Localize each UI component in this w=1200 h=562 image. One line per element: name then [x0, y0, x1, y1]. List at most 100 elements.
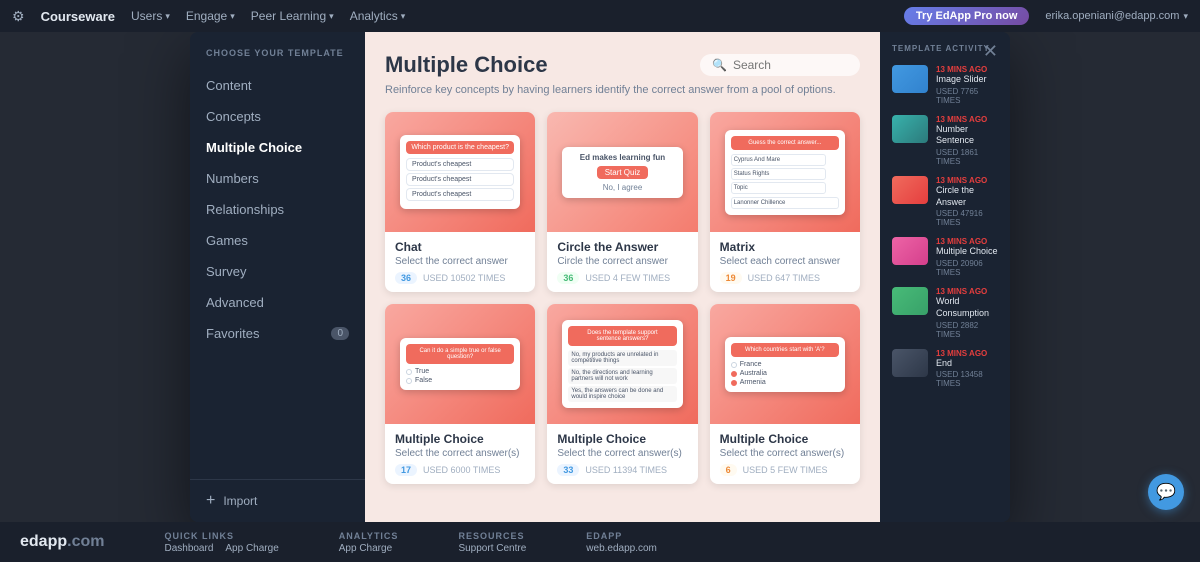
template-card-mc2[interactable]: Does the template support sentence answe… [547, 304, 697, 484]
footer-link-dashboard[interactable]: Dashboard [164, 543, 213, 554]
preview-question: Which product is the cheapest? [406, 141, 514, 154]
modal-close-button[interactable]: ✕ [983, 42, 998, 60]
modal-overlay: CHOOSE YOUR TEMPLATE Content Concepts Mu… [0, 32, 1200, 522]
sidebar-item-relationships[interactable]: Relationships [190, 194, 365, 225]
stat-text: USED 6000 TIMES [423, 465, 500, 475]
template-card-circle-answer[interactable]: Ed makes learning fun Start Quiz No, I a… [547, 112, 697, 292]
activity-name: World Consumption [936, 296, 998, 319]
card-stats: 36 USED 4 FEW TIMES [557, 272, 687, 284]
sidebar-item-survey[interactable]: Survey [190, 256, 365, 287]
chevron-down-icon: ▾ [1183, 11, 1188, 22]
footer-link-analytics[interactable]: App Charge [339, 543, 392, 554]
activity-thumb [892, 65, 928, 93]
activity-name: End [936, 358, 998, 370]
footer-section-title: ANALYTICS [339, 531, 399, 541]
chevron-down-icon: ▾ [230, 11, 235, 22]
activity-thumb [892, 287, 928, 315]
search-input[interactable] [733, 58, 848, 72]
activity-used: USED 20906 TIMES [936, 259, 998, 277]
activity-thumb [892, 349, 928, 377]
activity-item-1[interactable]: 13 MINS AGO Number Sentence USED 1861 TI… [892, 115, 998, 166]
stat-badge: 17 [395, 464, 417, 476]
card-desc: Select the correct answer(s) [395, 448, 525, 459]
template-grid: Which product is the cheapest? Product's… [385, 112, 860, 484]
brand-name[interactable]: Courseware [41, 9, 115, 24]
activity-used: USED 7765 TIMES [936, 87, 998, 105]
search-box[interactable]: 🔍 [700, 54, 860, 76]
activity-info: 13 MINS AGO World Consumption USED 2882 … [936, 287, 998, 338]
chat-support-button[interactable]: 💬 [1148, 474, 1184, 510]
nav-peer-learning[interactable]: Peer Learning ▾ [251, 9, 334, 23]
sidebar-item-numbers[interactable]: Numbers [190, 163, 365, 194]
sidebar-item-favorites[interactable]: Favorites 0 [190, 318, 365, 349]
footer-link-website[interactable]: web.edapp.com [586, 543, 657, 554]
card-stats: 19 USED 647 TIMES [720, 272, 850, 284]
sidebar-item-multiple-choice[interactable]: Multiple Choice [190, 132, 365, 163]
footer-section-quick-links: QUICK LINKS Dashboard App Charge [164, 531, 278, 554]
card-desc: Circle the correct answer [557, 256, 687, 267]
top-navigation: ⚙ Courseware Users ▾ Engage ▾ Peer Learn… [0, 0, 1200, 32]
activity-item-5[interactable]: 13 MINS AGO End USED 13458 TIMES [892, 349, 998, 389]
stat-text: USED 11394 TIMES [585, 465, 667, 475]
stat-badge: 6 [720, 464, 737, 476]
template-card-matrix[interactable]: Guess the correct answer... Cyprus And M… [710, 112, 860, 292]
card-name: Matrix [720, 240, 850, 254]
preview-question: Which countries start with 'A'? [731, 343, 839, 357]
preview-option: Product's cheapest [406, 188, 514, 201]
activity-item-3[interactable]: 13 MINS AGO Multiple Choice USED 20906 T… [892, 237, 998, 277]
template-card-chat[interactable]: Which product is the cheapest? Product's… [385, 112, 535, 292]
favorites-count: 0 [331, 327, 349, 340]
preview-question: Guess the correct answer... [731, 136, 839, 150]
radio-icon [406, 378, 412, 384]
template-card-mc1[interactable]: Can it do a simple true or false questio… [385, 304, 535, 484]
user-email[interactable]: erika.openiani@edapp.com ▾ [1045, 10, 1188, 22]
stat-badge: 19 [720, 272, 742, 284]
card-info-mc2: Multiple Choice Select the correct answe… [547, 424, 697, 484]
preview-mc2-inner: Does the template support sentence answe… [562, 320, 682, 408]
card-preview-matrix: Guess the correct answer... Cyprus And M… [710, 112, 860, 232]
card-info-circle: Circle the Answer Circle the correct ans… [547, 232, 697, 292]
card-preview-mc2: Does the template support sentence answe… [547, 304, 697, 424]
footer-links: Dashboard App Charge [164, 543, 278, 554]
template-modal: CHOOSE YOUR TEMPLATE Content Concepts Mu… [190, 32, 1010, 522]
chevron-down-icon: ▾ [165, 11, 170, 22]
nav-engage[interactable]: Engage ▾ [186, 9, 235, 23]
sidebar-item-concepts[interactable]: Concepts [190, 101, 365, 132]
radio-icon [731, 362, 737, 368]
card-name: Circle the Answer [557, 240, 687, 254]
template-card-mc3[interactable]: Which countries start with 'A'? France A… [710, 304, 860, 484]
stat-text: USED 10502 TIMES [423, 273, 505, 283]
footer-link-support[interactable]: Support Centre [458, 543, 526, 554]
activity-info: 13 MINS AGO Circle the Answer USED 47916… [936, 176, 998, 227]
template-main-content: Multiple Choice 🔍 Reinforce key concepts… [365, 32, 880, 522]
card-stats: 33 USED 11394 TIMES [557, 464, 687, 476]
activity-thumb [892, 115, 928, 143]
radio-icon [731, 380, 737, 386]
card-preview-chat: Which product is the cheapest? Product's… [385, 112, 535, 232]
nav-users[interactable]: Users ▾ [131, 9, 170, 23]
sidebar-header: CHOOSE YOUR TEMPLATE [190, 48, 365, 70]
activity-item-2[interactable]: 13 MINS AGO Circle the Answer USED 47916… [892, 176, 998, 227]
footer-links: App Charge [339, 543, 399, 554]
import-button[interactable]: + Import [190, 479, 365, 522]
sidebar-item-content[interactable]: Content [190, 70, 365, 101]
nav-analytics[interactable]: Analytics ▾ [350, 9, 406, 23]
card-desc: Select the correct answer [395, 256, 525, 267]
activity-time: 13 MINS AGO [936, 349, 998, 358]
footer-link-app-charge[interactable]: App Charge [225, 543, 278, 554]
activity-used: USED 1861 TIMES [936, 148, 998, 166]
card-name: Multiple Choice [557, 432, 687, 446]
sidebar-item-advanced[interactable]: Advanced [190, 287, 365, 318]
try-pro-button[interactable]: Try EdApp Pro now [904, 7, 1029, 25]
chat-icon: 💬 [1156, 482, 1176, 502]
sidebar-item-games[interactable]: Games [190, 225, 365, 256]
activity-item-4[interactable]: 13 MINS AGO World Consumption USED 2882 … [892, 287, 998, 338]
activity-item-0[interactable]: 13 MINS AGO Image Slider USED 7765 TIMES [892, 65, 998, 105]
preview-chat-inner: Which product is the cheapest? Product's… [400, 135, 520, 209]
preview-mc3-inner: Which countries start with 'A'? France A… [725, 337, 845, 392]
stat-badge: 33 [557, 464, 579, 476]
stat-text: USED 5 FEW TIMES [743, 465, 828, 475]
activity-time: 13 MINS AGO [936, 115, 998, 124]
radio-icon [406, 369, 412, 375]
footer-section-edapp: EDAPP web.edapp.com [586, 531, 657, 554]
